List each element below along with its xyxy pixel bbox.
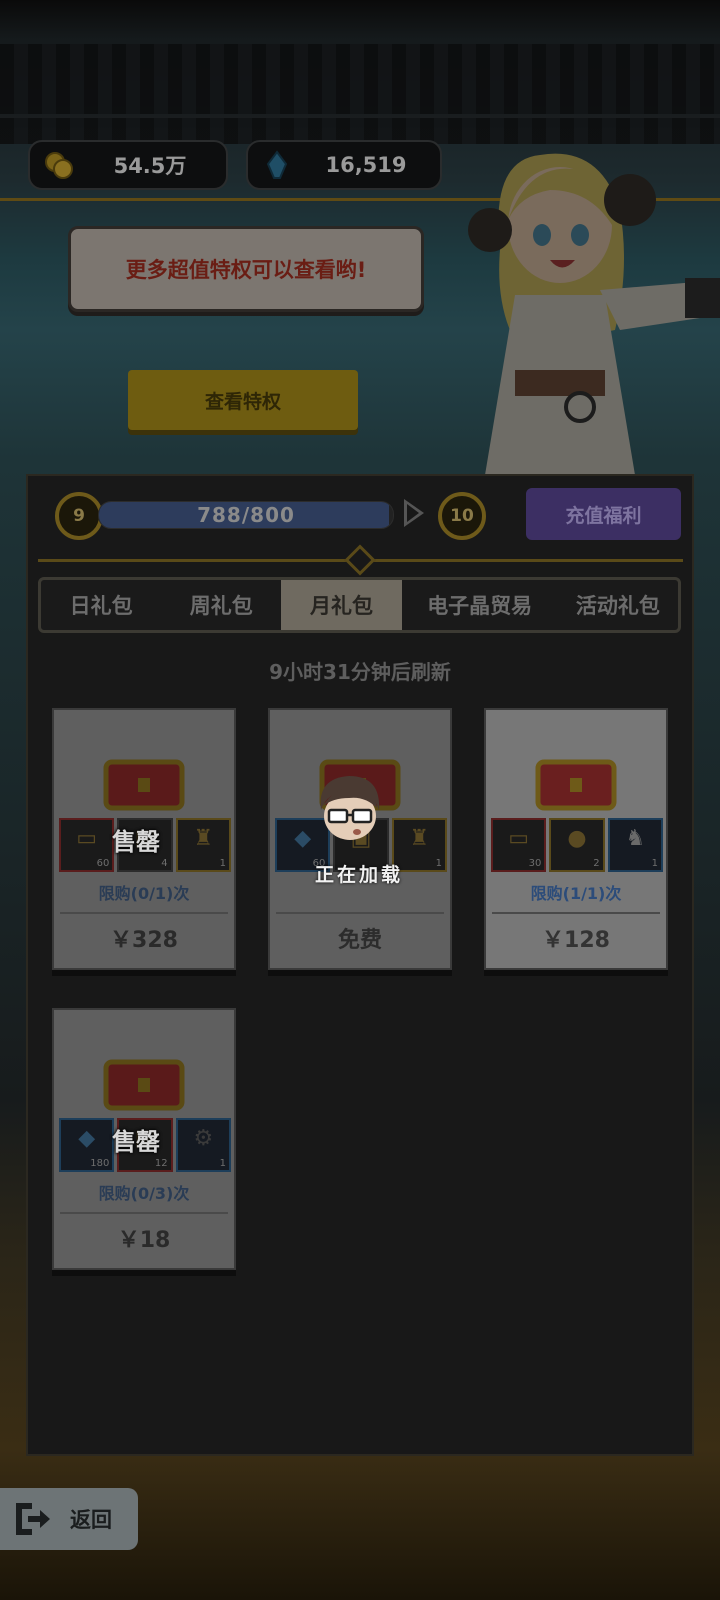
level-progress-bar: 788/800 xyxy=(98,501,394,529)
tab-crystal-trade[interactable]: 电子晶贸易 xyxy=(402,580,558,630)
current-level-badge: 9 xyxy=(55,492,103,540)
treasure-chest-icon xyxy=(103,1059,185,1111)
reward-slot: ▭ 60 xyxy=(59,818,115,872)
ticket-icon: ▭ xyxy=(508,826,530,851)
back-label: 返回 xyxy=(70,1508,112,1532)
reward-slot: ▭ 30 xyxy=(491,818,547,872)
recharge-bonus-button[interactable]: 充值福利 xyxy=(526,488,681,540)
character-portrait xyxy=(468,153,720,475)
next-level-badge: 10 xyxy=(438,492,486,540)
promo-speech-bubble: 更多超值特权可以查看哟! xyxy=(68,226,424,312)
coin-amount: 54.5万 xyxy=(113,154,187,178)
soldout-label: 售罄 xyxy=(112,828,160,856)
pack-price: ￥328 xyxy=(110,928,178,953)
loading-avatar-icon xyxy=(320,776,380,840)
tab-monthly[interactable]: 月礼包 xyxy=(281,580,402,630)
tab-weekly[interactable]: 周礼包 xyxy=(161,580,281,630)
figure-icon: ♞ xyxy=(625,826,646,851)
crystal-amount: 16,519 xyxy=(325,153,407,177)
crystal-counter[interactable]: 16,519 xyxy=(246,140,442,190)
crystal-icon xyxy=(266,150,288,179)
tab-daily[interactable]: 日礼包 xyxy=(41,580,161,630)
pack-price: 免费 xyxy=(337,928,382,953)
gear-icon: ⚙ xyxy=(193,1126,214,1151)
view-privileges-button[interactable]: 查看特权 xyxy=(128,370,358,430)
refresh-timer: 9小时31分钟后刷新 xyxy=(269,660,451,684)
level-progress-text: 788/800 xyxy=(197,503,295,527)
ticket-icon: ▭ xyxy=(76,826,98,851)
tab-event[interactable]: 活动礼包 xyxy=(558,580,678,630)
play-arrow-icon xyxy=(404,499,424,527)
purchase-limit: 限购(1/1)次 xyxy=(530,884,622,903)
reward-slot: ⚙ 1 xyxy=(175,1118,231,1172)
reward-slot: ♜ 1 xyxy=(175,818,231,872)
gift-pack-card[interactable]: ◆ 180 ▣ 12 ⚙ 1 售罄 限购(0/3)次 ￥18 xyxy=(52,1008,236,1270)
reward-slot: ♞ 1 xyxy=(607,818,663,872)
reward-slot: ● 2 xyxy=(549,818,605,872)
soldout-label: 售罄 xyxy=(112,1128,160,1156)
reward-slot: ◆ 180 xyxy=(59,1118,115,1172)
coin-icon xyxy=(45,152,73,179)
back-button[interactable]: 返回 xyxy=(0,1488,138,1550)
exit-icon xyxy=(16,1503,50,1535)
pack-price: ￥128 xyxy=(542,928,610,953)
treasure-chest-icon xyxy=(103,759,185,811)
circuit-decoration xyxy=(0,44,720,144)
treasure-chest-icon xyxy=(535,759,617,811)
purchase-limit: 限购(0/1)次 xyxy=(98,884,190,903)
loading-indicator: 正在加载 xyxy=(310,772,440,912)
loading-text: 正在加载 xyxy=(315,864,404,886)
gift-pack-card[interactable]: ▭ 30 ● 2 ♞ 1 限购(1/1)次 ￥128 xyxy=(484,708,668,970)
gift-pack-tabs: 日礼包 周礼包 月礼包 电子晶贸易 活动礼包 xyxy=(38,577,681,633)
purchase-limit: 限购(0/3)次 xyxy=(98,1184,190,1203)
gift-pack-card[interactable]: ▭ 60 ▣ 4 ♜ 1 售罄 限购(0/1)次 ￥328 xyxy=(52,708,236,970)
medal-icon: ● xyxy=(567,826,587,851)
coin-counter[interactable]: 54.5万 xyxy=(28,140,228,190)
pack-price: ￥18 xyxy=(117,1228,171,1253)
trophy-icon: ♜ xyxy=(193,826,214,851)
crystal-icon: ◆ xyxy=(78,1126,96,1151)
